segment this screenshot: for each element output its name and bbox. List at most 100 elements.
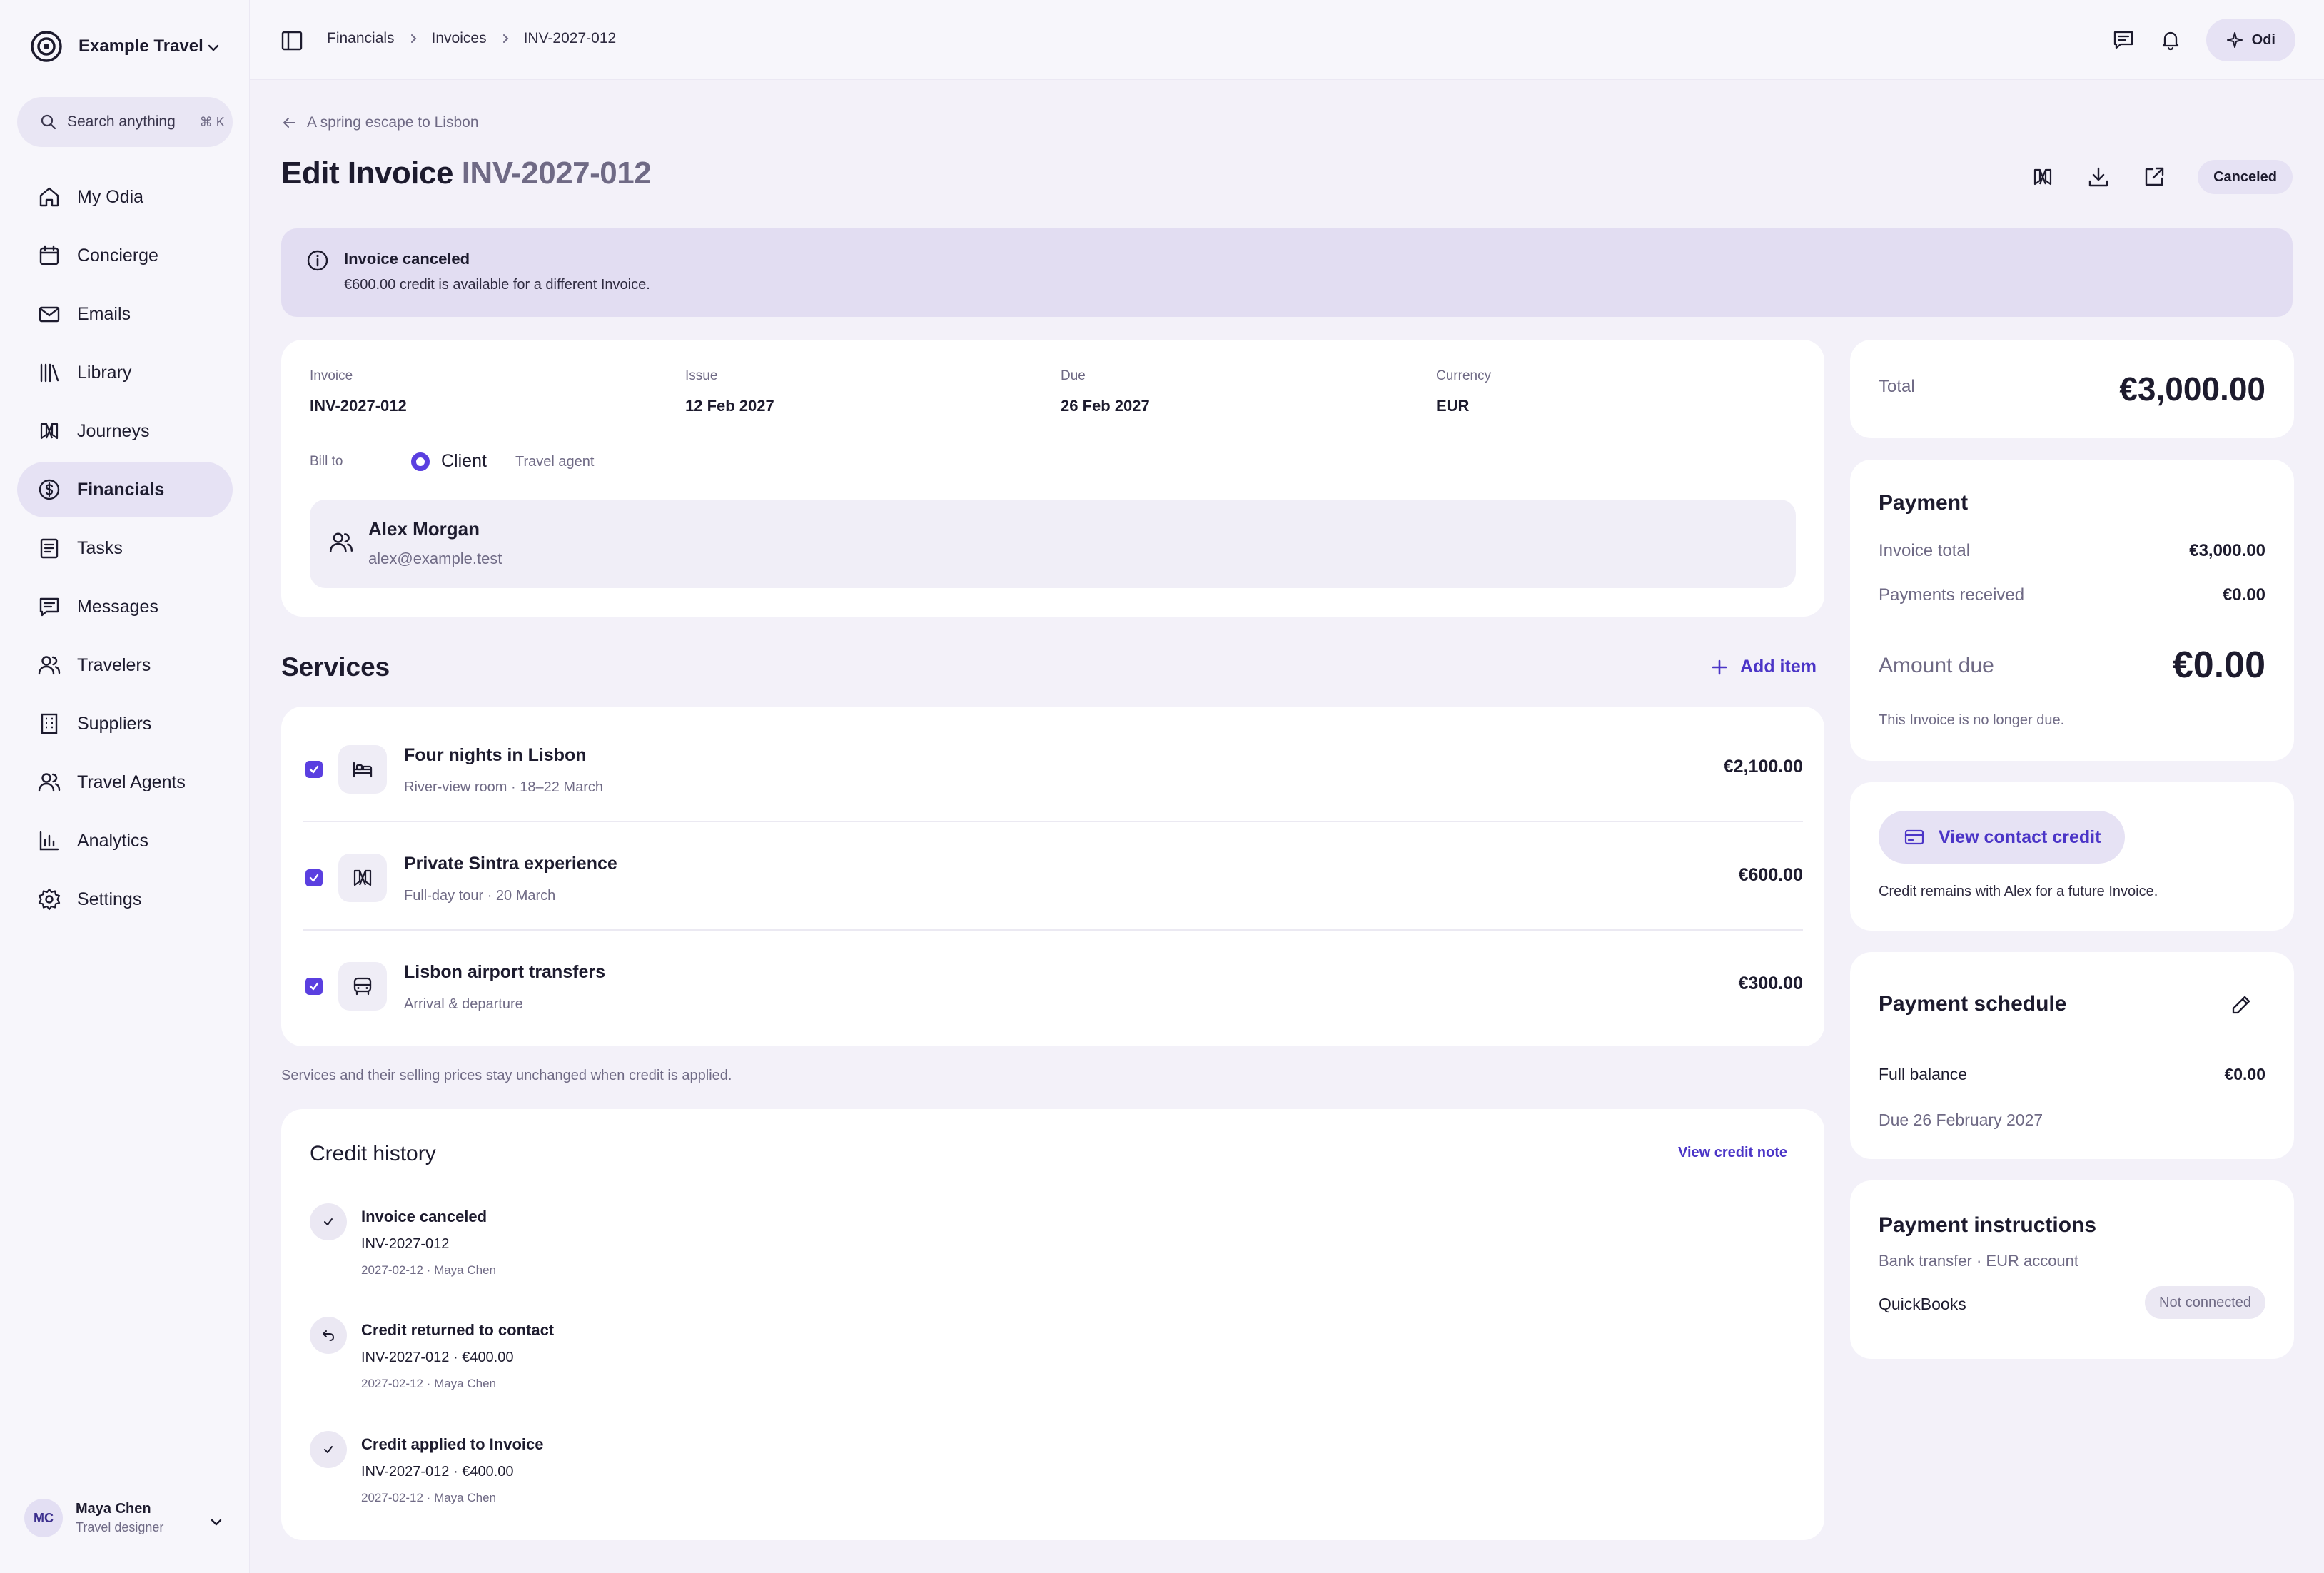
avatar: MC xyxy=(24,1499,63,1537)
nav-label: Travel Agents xyxy=(77,772,186,792)
nav-item-messages[interactable]: Messages xyxy=(17,579,233,634)
credit-history-item-ref: INV-2027-012 · €400.00 xyxy=(361,1464,514,1480)
service-subtitle: Full-day tour · 20 March xyxy=(404,888,556,904)
service-price: €300.00 xyxy=(1738,973,1803,993)
total-value: €3,000.00 xyxy=(2119,370,2265,408)
external-link-icon[interactable] xyxy=(2142,165,2166,189)
nav-label: My Odia xyxy=(77,186,144,207)
nav-item-travel-agents[interactable]: Travel Agents xyxy=(17,754,233,810)
invoice-total-row: Invoice total €3,000.00 xyxy=(1879,541,2265,561)
view-credit-note-link[interactable]: View credit note xyxy=(1678,1145,1787,1161)
services-note: Services and their selling prices stay u… xyxy=(281,1068,732,1083)
check-icon xyxy=(310,1431,347,1468)
search-shortcut: ⌘ K xyxy=(199,114,225,129)
nav-label: Settings xyxy=(77,889,142,909)
user-role: Travel designer xyxy=(76,1520,164,1534)
main-nav: My Odia Concierge Emails Library Journey… xyxy=(17,169,233,930)
invoice-total-value: €3,000.00 xyxy=(2189,541,2265,560)
meta-value: 12 Feb 2027 xyxy=(685,397,774,415)
brand-name: Example Travel xyxy=(79,36,203,56)
nav-item-suppliers[interactable]: Suppliers xyxy=(17,696,233,752)
nav-label: Financials xyxy=(77,479,165,500)
nav-item-travelers[interactable]: Travelers xyxy=(17,637,233,693)
library-icon xyxy=(37,360,61,385)
meta-value: 26 Feb 2027 xyxy=(1061,397,1150,415)
nav-item-analytics[interactable]: Analytics xyxy=(17,813,233,869)
brand-logo-icon xyxy=(30,30,63,63)
credit-history-item-title: Credit applied to Invoice xyxy=(361,1435,544,1453)
service-checkbox[interactable] xyxy=(305,978,323,995)
schedule-row-value: €0.00 xyxy=(2224,1065,2265,1083)
arrow-left-icon xyxy=(281,115,297,131)
page-title-prefix: Edit Invoice xyxy=(281,156,453,191)
journeys-icon xyxy=(37,419,61,443)
page-title: Edit Invoice INV-2027-012 xyxy=(281,156,652,191)
invoice-total-label: Invoice total xyxy=(1879,541,1971,560)
chevron-down-icon[interactable] xyxy=(206,40,221,56)
schedule-due-date: Due 26 February 2027 xyxy=(1879,1111,2043,1129)
nav-item-financials[interactable]: Financials xyxy=(17,462,233,517)
nav-label: Analytics xyxy=(77,830,149,851)
back-link[interactable]: A spring escape to Lisbon xyxy=(281,114,479,131)
service-row[interactable]: Lisbon airport transfers Arrival & depar… xyxy=(303,931,1803,1039)
nav-label: Suppliers xyxy=(77,713,152,734)
bell-icon[interactable] xyxy=(2159,29,2182,51)
dollar-icon xyxy=(37,477,61,502)
credit-card-icon xyxy=(1903,826,1926,849)
breadcrumb-financials[interactable]: Financials xyxy=(327,30,395,47)
search-input[interactable]: Search anything ⌘ K xyxy=(17,97,233,147)
service-subtitle: River-view room · 18–22 March xyxy=(404,779,603,795)
credit-history-title: Credit history xyxy=(310,1142,436,1165)
credit-history-item-meta: 2027-02-12 · Maya Chen xyxy=(361,1491,497,1504)
payment-title: Payment xyxy=(1879,491,1969,515)
canceled-alert: Invoice canceled €600.00 credit is avail… xyxy=(281,228,2293,317)
credit-history-item-title: Credit returned to contact xyxy=(361,1321,555,1339)
sidebar-toggle-icon[interactable] xyxy=(280,29,304,53)
nav-item-journeys[interactable]: Journeys xyxy=(17,403,233,459)
bed-icon xyxy=(338,745,387,794)
bill-to-client-radio[interactable]: Client xyxy=(411,451,487,472)
nav-item-tasks[interactable]: Tasks xyxy=(17,520,233,576)
add-item-label: Add item xyxy=(1740,657,1817,677)
client-selector[interactable]: Alex Morgan alex@example.test xyxy=(310,500,1796,588)
download-icon[interactable] xyxy=(2086,165,2111,189)
nav-item-my-odia[interactable]: My Odia xyxy=(17,169,233,225)
search-label: Search anything xyxy=(67,113,176,130)
assistant-button[interactable]: Odi xyxy=(2206,19,2295,61)
service-row[interactable]: Private Sintra experience Full-day tour … xyxy=(303,822,1803,931)
payments-received-value: €0.00 xyxy=(2222,585,2265,605)
nav-item-concierge[interactable]: Concierge xyxy=(17,228,233,283)
alert-text: €600.00 credit is available for a differ… xyxy=(344,277,650,293)
chevron-right-icon xyxy=(500,33,511,44)
schedule-row-label: Full balance xyxy=(1879,1065,1968,1083)
breadcrumb-invoices[interactable]: Invoices xyxy=(432,30,487,47)
home-icon xyxy=(37,185,61,209)
add-item-button[interactable]: Add item xyxy=(1710,657,1817,677)
gear-icon xyxy=(37,887,61,911)
meta-issue: Issue 12 Feb 2027 xyxy=(685,368,774,415)
nav-item-emails[interactable]: Emails xyxy=(17,286,233,342)
payments-received-row: Payments received €0.00 xyxy=(1879,585,2265,605)
meta-due: Due 26 Feb 2027 xyxy=(1061,368,1150,415)
view-contact-credit-button[interactable]: View contact credit xyxy=(1879,811,2126,864)
journeys-icon[interactable] xyxy=(2031,165,2055,189)
tasks-icon xyxy=(37,536,61,560)
bill-to-travel-agent-option[interactable]: Travel agent xyxy=(515,454,594,470)
chevron-right-icon xyxy=(408,33,419,44)
service-row[interactable]: Four nights in Lisbon River-view room · … xyxy=(303,714,1803,822)
amount-due-note: This Invoice is no longer due. xyxy=(1879,712,2065,728)
nav-item-library[interactable]: Library xyxy=(17,345,233,400)
workspace-switcher[interactable]: Example Travel xyxy=(30,30,203,63)
payment-instructions-subtitle: Bank transfer · EUR account xyxy=(1879,1252,2079,1270)
back-link-label: A spring escape to Lisbon xyxy=(307,114,479,131)
user-menu[interactable]: MC Maya Chen Travel designer xyxy=(24,1499,163,1537)
check-icon xyxy=(310,1203,347,1240)
chat-icon[interactable] xyxy=(2112,29,2135,51)
nav-item-settings[interactable]: Settings xyxy=(17,871,233,927)
info-icon xyxy=(305,248,330,273)
pencil-icon[interactable] xyxy=(2230,993,2253,1016)
chevron-down-icon[interactable] xyxy=(208,1514,224,1530)
undo-icon xyxy=(310,1317,347,1354)
service-checkbox[interactable] xyxy=(305,869,323,886)
service-checkbox[interactable] xyxy=(305,761,323,778)
